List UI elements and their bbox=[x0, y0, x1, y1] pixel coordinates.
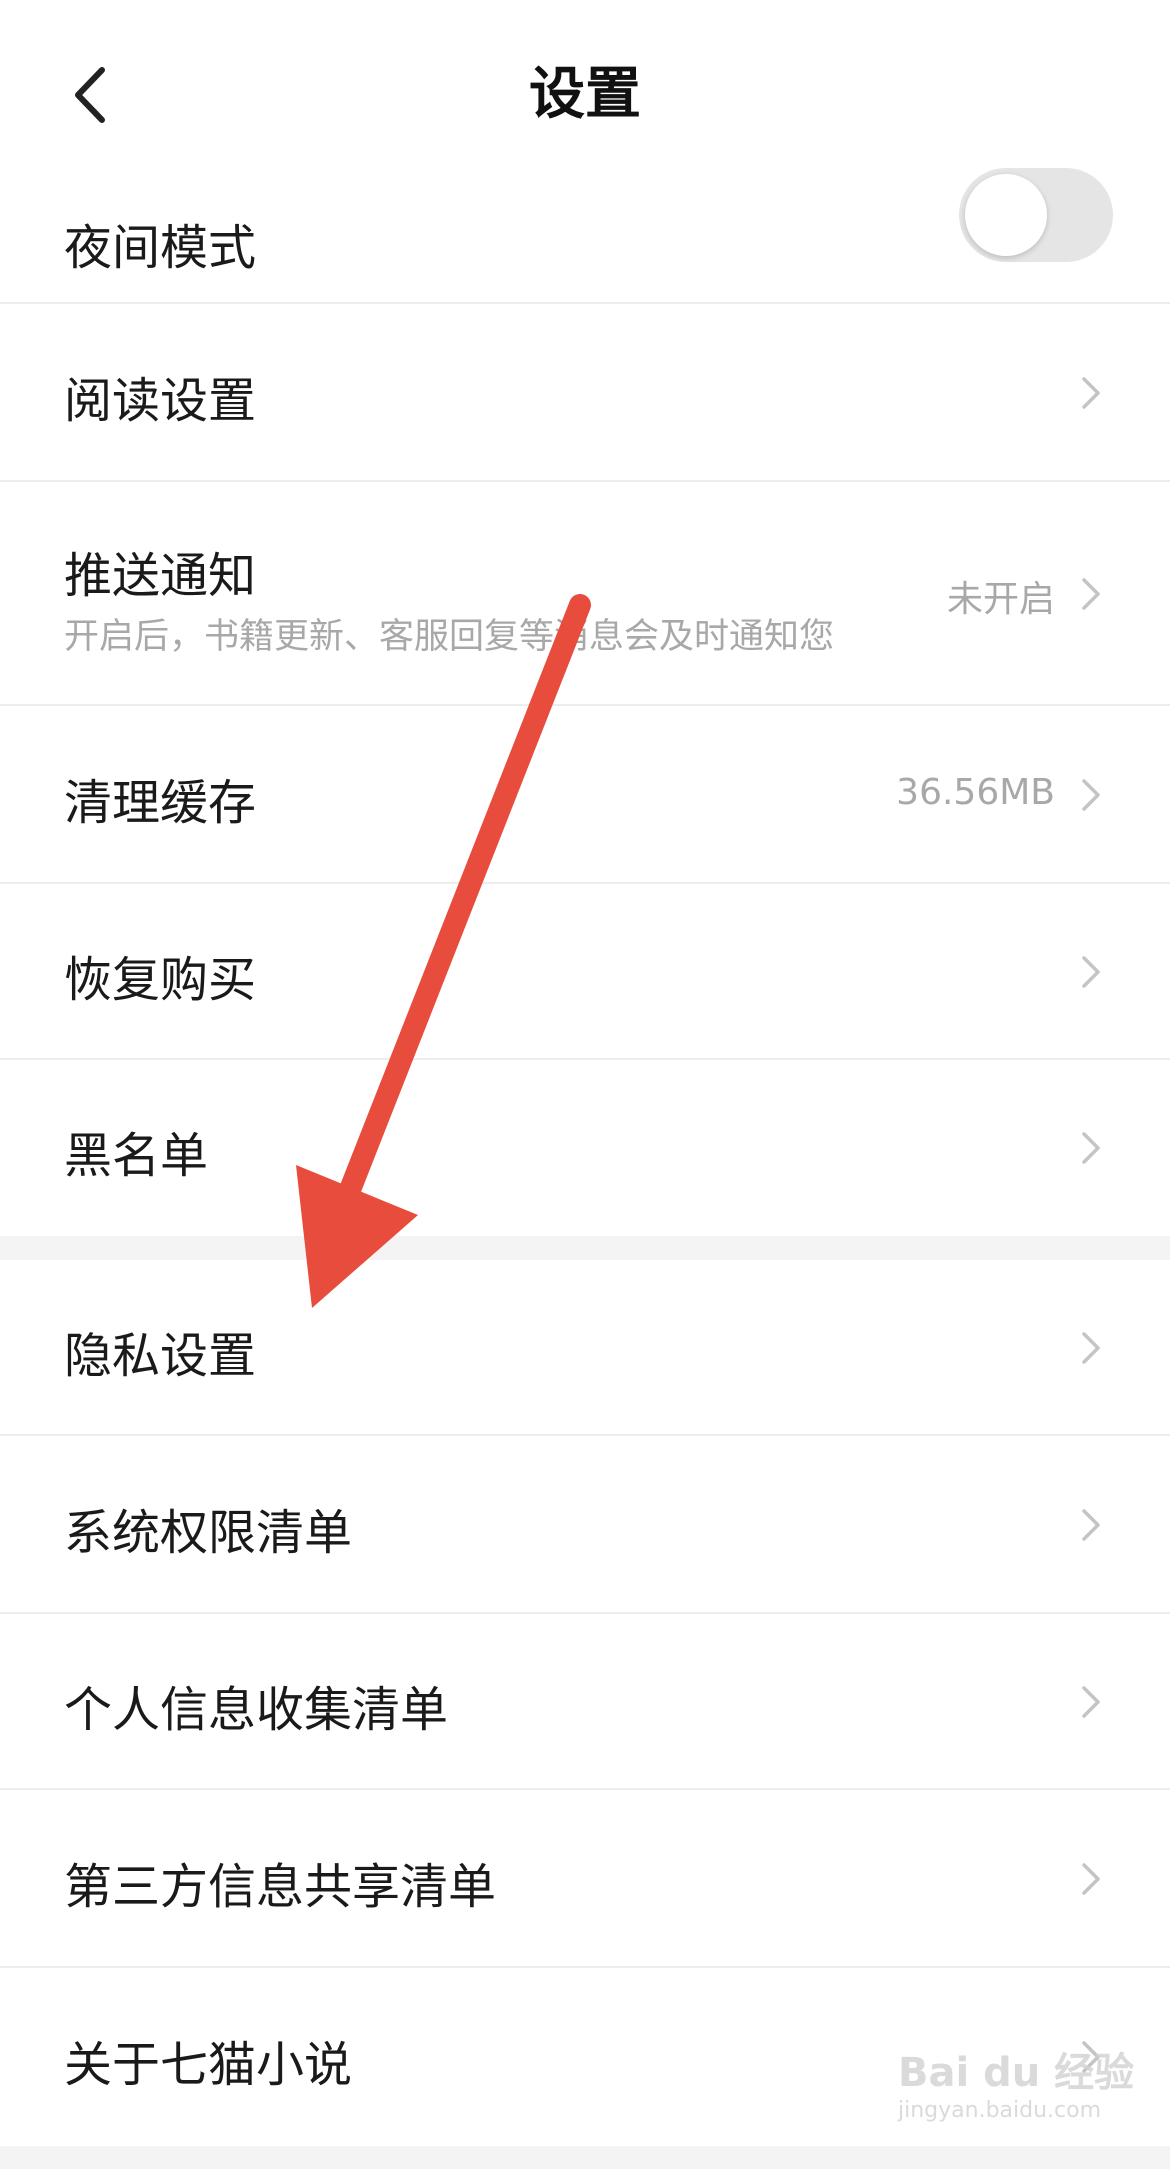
settings-item-label: 阅读设置 bbox=[64, 373, 257, 429]
chevron-right-icon bbox=[1080, 1684, 1102, 1720]
night-mode-toggle[interactable] bbox=[959, 168, 1113, 262]
chevron-right-icon bbox=[1080, 1507, 1102, 1543]
chevron-right-icon bbox=[1080, 576, 1102, 612]
night-mode-label: 夜间模式 bbox=[64, 220, 257, 276]
settings-item-label: 推送通知 bbox=[64, 548, 257, 604]
settings-item-label: 黑名单 bbox=[64, 1128, 209, 1184]
settings-item-label: 系统权限清单 bbox=[64, 1505, 353, 1561]
push-status-value: 未开启 bbox=[946, 579, 1055, 620]
settings-item-label: 个人信息收集清单 bbox=[64, 1682, 449, 1738]
toggle-knob bbox=[965, 174, 1047, 256]
chevron-right-icon bbox=[1080, 1130, 1102, 1166]
settings-item-third-party-sharing[interactable]: 第三方信息共享清单 bbox=[0, 1790, 1170, 1968]
settings-item-blacklist[interactable]: 黑名单 bbox=[0, 1060, 1170, 1236]
settings-item-push-notification[interactable]: 推送通知 开启后，书籍更新、客服回复等消息会及时通知您 未开启 bbox=[0, 482, 1170, 706]
chevron-right-icon bbox=[1080, 954, 1102, 990]
settings-item-clear-cache[interactable]: 清理缓存 36.56MB bbox=[0, 706, 1170, 884]
settings-item-label: 隐私设置 bbox=[64, 1328, 257, 1384]
watermark-url: jingyan.baidu.com bbox=[898, 2098, 1102, 2123]
bottom-gap bbox=[0, 2146, 1170, 2169]
chevron-right-icon bbox=[1080, 375, 1102, 411]
chevron-right-icon bbox=[1080, 777, 1102, 813]
settings-item-description: 开启后，书籍更新、客服回复等消息会及时通知您 bbox=[64, 617, 835, 657]
chevron-right-icon bbox=[1080, 1861, 1102, 1897]
settings-item-reading[interactable]: 阅读设置 bbox=[0, 304, 1170, 482]
settings-item-label: 清理缓存 bbox=[64, 775, 257, 831]
cache-size-value: 36.56MB bbox=[896, 772, 1055, 813]
settings-item-label: 第三方信息共享清单 bbox=[64, 1859, 497, 1915]
settings-item-system-permissions[interactable]: 系统权限清单 bbox=[0, 1436, 1170, 1614]
settings-item-restore-purchase[interactable]: 恢复购买 bbox=[0, 884, 1170, 1060]
watermark-logo-text: Bai du 经验 bbox=[898, 2050, 1135, 2096]
top-bar: 设置 bbox=[0, 0, 1170, 170]
settings-item-label: 恢复购买 bbox=[64, 952, 257, 1008]
section-divider bbox=[0, 1236, 1170, 1260]
chevron-right-icon bbox=[1080, 1330, 1102, 1366]
settings-item-privacy[interactable]: 隐私设置 bbox=[0, 1260, 1170, 1436]
baidu-watermark: Bai du 经验 jingyan.baidu.com bbox=[890, 2040, 1140, 2140]
settings-item-label: 关于七猫小说 bbox=[64, 2037, 353, 2093]
settings-item-personal-info-collection[interactable]: 个人信息收集清单 bbox=[0, 1614, 1170, 1790]
page-title: 设置 bbox=[529, 62, 641, 127]
